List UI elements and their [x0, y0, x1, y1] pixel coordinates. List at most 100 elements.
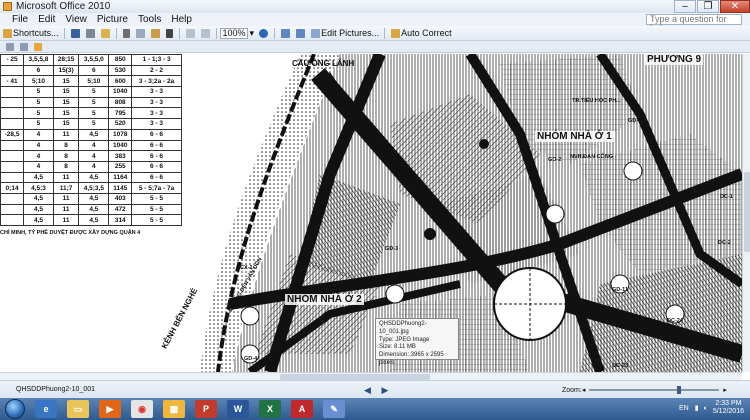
picture-view[interactable]: - 25 3,5,5,8 28;15 3,5,5,0 850 1 - 1;3 - 3 6 15… [0, 54, 742, 372]
save-button[interactable] [68, 27, 83, 40]
table-cell: 5 [23, 96, 54, 109]
zoom-dropdown-button[interactable]: ▾ [248, 27, 257, 40]
zoom-out-button[interactable]: ◂ [582, 386, 586, 394]
picture-manager-icon[interactable]: ▦ [163, 400, 185, 418]
pdf-reader-icon[interactable]: A [291, 400, 313, 418]
auto-correct-label: Auto Correct [401, 28, 452, 38]
table-row: - 41 5;10 15 5;10 600 3 - 3;2a - 2a [0, 75, 182, 88]
table-cell: 4 [23, 150, 54, 162]
undo-button[interactable] [183, 27, 198, 40]
network-icon[interactable]: ▮ [695, 404, 699, 412]
table-cell: 2 - 2 [131, 64, 182, 77]
menu-view[interactable]: View [61, 14, 91, 25]
zone-gd4-label: GD-4 [244, 356, 258, 362]
toolbar-separator [274, 27, 276, 39]
cut-icon [122, 28, 130, 38]
table-cell: 4 [78, 160, 110, 173]
paste-button[interactable] [148, 27, 163, 40]
delete-button[interactable] [163, 27, 176, 40]
redo-icon [200, 28, 210, 38]
zone-gd3-label: GD-3 [385, 246, 399, 252]
auto-correct-button[interactable]: Auto Correct [388, 27, 454, 40]
ie-icon[interactable]: e [35, 400, 57, 418]
residential-group-2-label: NHÓM NHÀ Ở 2 [285, 294, 364, 305]
vertical-scrollbar[interactable] [742, 54, 750, 372]
rotate-right-icon [296, 28, 306, 38]
menu-picture[interactable]: Picture [93, 14, 132, 25]
table-cell: 15 [52, 118, 80, 130]
zone-gd1-label: GD-1 [628, 118, 642, 124]
minimize-button[interactable]: – [674, 0, 696, 13]
horizontal-scrollbar[interactable] [0, 372, 742, 380]
menu-tools[interactable]: Tools [134, 14, 165, 25]
table-cell: 6 - 6 [131, 128, 182, 141]
rotate-left-button[interactable] [278, 27, 293, 40]
word-icon[interactable]: W [227, 400, 249, 418]
table-cell: 4,5 [78, 192, 110, 205]
vertical-scroll-thumb[interactable] [744, 172, 750, 252]
zoom-slider[interactable] [589, 386, 720, 394]
thumbnail-view-button[interactable] [3, 40, 17, 53]
zone-dc23-label: DC-23 [612, 363, 628, 369]
excel-icon[interactable]: X [259, 400, 281, 418]
close-button[interactable]: ✕ [720, 0, 750, 13]
zoom-select[interactable]: 100% [219, 27, 248, 39]
table-cell: 4,5 [78, 214, 110, 226]
clock-time: 2:33 PM [715, 400, 742, 407]
menu-help[interactable]: Help [167, 14, 196, 25]
redo-button[interactable] [198, 27, 213, 40]
table-cell: 6 [78, 64, 110, 77]
edit-pictures-button[interactable]: Edit Pictures... [308, 27, 381, 40]
table-cell [0, 118, 25, 130]
title-bar: Microsoft Office 2010 – ❐ ✕ [0, 0, 750, 13]
next-picture-button[interactable]: ▶ [381, 385, 388, 395]
filmstrip-view-button[interactable] [17, 40, 31, 53]
table-row: 5 15 5 520 3 - 3 [0, 118, 182, 130]
clock[interactable]: 2:33 PM 5/12/2016 [713, 400, 744, 416]
table-cell: 4,5 [78, 128, 110, 141]
shortcuts-icon [3, 28, 12, 38]
table-row: 4 8 4 383 6 - 6 [0, 150, 182, 162]
table-cell: 5 [23, 86, 54, 98]
zoom-in-button[interactable]: ▸ [723, 386, 727, 394]
shortcuts-button[interactable]: Shortcuts... [0, 27, 61, 40]
rotate-right-button[interactable] [293, 27, 308, 40]
table-cell: 15 [52, 86, 80, 98]
media-player-icon[interactable]: ▶ [99, 400, 121, 418]
table-cell: 795 [108, 107, 133, 120]
email-icon [100, 28, 110, 38]
previous-picture-button[interactable]: ◀ [364, 385, 371, 395]
table-cell: 1 - 1;3 - 3 [131, 54, 182, 66]
zoom-slider-thumb[interactable] [677, 386, 682, 394]
print-button[interactable] [83, 27, 98, 40]
toolbar-separator [63, 27, 65, 39]
menu-file[interactable]: File [8, 14, 32, 25]
single-view-button[interactable] [31, 40, 45, 53]
powerpoint-icon[interactable]: P [195, 400, 217, 418]
tooltip-filename: QHSDDPhuong2-10_001.jpg [379, 321, 427, 335]
maximize-button[interactable]: ❐ [697, 0, 719, 13]
help-search-input[interactable]: Type a question for help [646, 14, 742, 33]
table-cell: 5 - 5;7a - 7a [131, 182, 182, 194]
nav-arrows: ◀ ▶ [364, 385, 388, 396]
help-button[interactable] [256, 27, 271, 40]
file-explorer-icon[interactable]: ▭ [67, 400, 89, 418]
email-button[interactable] [98, 27, 113, 40]
cut-button[interactable] [120, 27, 133, 40]
table-cell: 6 - 6 [131, 160, 182, 173]
language-indicator[interactable]: EN [679, 405, 689, 412]
menu-edit[interactable]: Edit [34, 14, 59, 25]
volume-icon[interactable]: ◖ [703, 405, 707, 412]
start-button[interactable] [5, 399, 25, 419]
undo-icon [185, 28, 195, 38]
chrome-icon[interactable]: ◉ [131, 400, 153, 418]
table-cell: 11 [52, 203, 80, 216]
paint-icon[interactable]: ✎ [323, 400, 345, 418]
table-cell: 5 - 5 [131, 214, 182, 226]
table-cell: 600 [108, 75, 133, 88]
table-cell: 1164 [108, 171, 133, 184]
window-title: Microsoft Office 2010 [16, 1, 111, 12]
copy-button[interactable] [133, 27, 148, 40]
table-cell: 4 [23, 139, 54, 152]
table-cell: 8 [52, 160, 80, 173]
